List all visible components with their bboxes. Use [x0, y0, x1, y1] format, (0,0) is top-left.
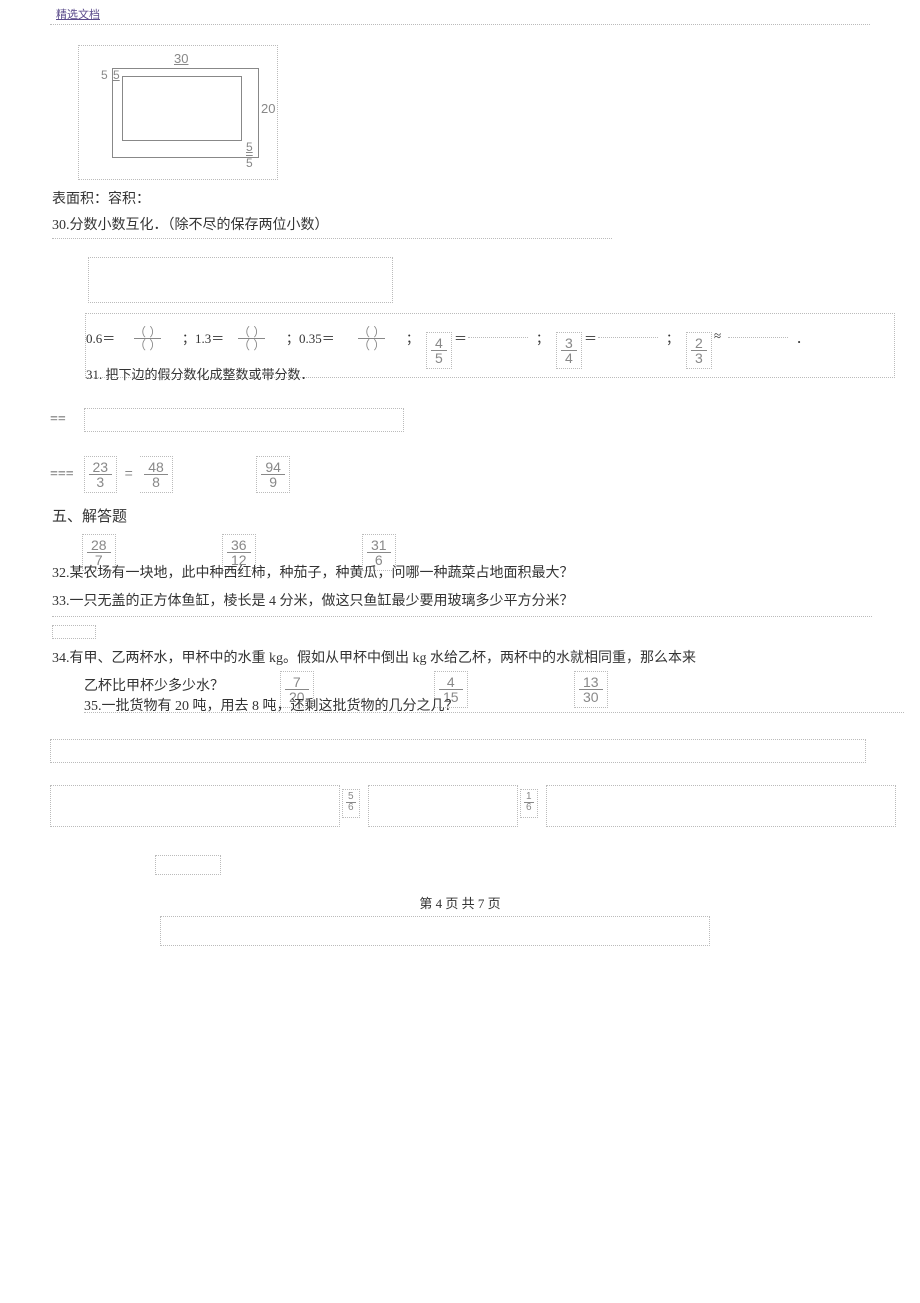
q30-blank-box — [88, 257, 393, 303]
small-frac-5-6: 56 — [342, 789, 360, 818]
diagram-inner-rect — [122, 76, 242, 141]
tiny-blank-box — [155, 855, 221, 875]
large-blank-box — [50, 739, 866, 763]
bottom-cell-2 — [368, 785, 518, 827]
document-page: 精选文档 30 5 5 20 5 5 表面积：容积： 30.分数小数互化．（除不… — [0, 0, 920, 713]
page-header: 精选文档 — [50, 0, 870, 25]
q34-row-b: 乙杯比甲杯少多少水？ 720 415 1330 35.一批货物有 20 吨，用去… — [84, 671, 904, 713]
q29-text: 表面积：容积： — [52, 188, 870, 208]
q30-e: ＝ — [454, 328, 467, 347]
eq-double: == — [50, 412, 72, 428]
q30-a: 0.6＝ — [86, 328, 115, 347]
page-number: 第 4 页 共 7 页 — [0, 893, 920, 912]
q33-text: 33.一只无盖的正方体鱼缸，棱长是 4 分米，做这只鱼缸最少要用玻璃多少平方分米… — [52, 590, 872, 617]
eq-sign: = — [125, 465, 133, 481]
eq-blank-box — [84, 408, 404, 432]
bottom-cell-3 — [546, 785, 896, 827]
q30-frac-4-5: 45 — [426, 332, 452, 369]
eq-block-2: === 233 = 488 949 — [50, 456, 870, 493]
diagram-label-left1: 5 — [101, 68, 108, 82]
q31-text: 31. 把下边的假分数化成整数或带分数． — [86, 364, 314, 383]
diagram-label-right: 20 — [261, 101, 275, 116]
q33-blank-box — [52, 625, 96, 639]
section-5-title: 五、解答题 — [52, 505, 870, 526]
diagram-label-left2: 5 — [113, 68, 120, 82]
diagram-label-bot2: 5 — [246, 156, 253, 170]
q30-h: ； — [666, 328, 679, 347]
q30-text: 30.分数小数互化．（除不尽的保存两位小数） — [52, 214, 612, 239]
q30-f: ； — [536, 328, 549, 347]
q32-text: 32.某农场有一块地，此中种西红柿，种茄子，种黄瓜，问哪一种蔬菜占地面积最大？ — [52, 562, 574, 582]
q30-answer-row: 0.6＝ （ ）（ ） ；1.3＝ （ ）（ ） ；0.35＝ （ ）（ ） ；… — [85, 313, 895, 378]
q35-text: 35.一批货物有 20 吨，用去 8 吨，还剩这批货物的几分之几？ — [84, 695, 459, 715]
q30-frac-3-4: 34 — [556, 332, 582, 369]
eq-block-1: == — [50, 408, 870, 432]
diagram-label-bot1: 5 — [246, 140, 253, 154]
diagram-label-top: 30 — [174, 51, 188, 66]
q30-i: ≈ — [714, 328, 721, 344]
small-frac-1-6: 16 — [520, 789, 538, 818]
q34-text-b1: 乙杯比甲杯少多少水？ — [84, 675, 224, 695]
bottom-cell-1 — [50, 785, 340, 827]
frac-48-8: 488 — [140, 456, 173, 493]
q30-dash2 — [598, 326, 658, 338]
q30-c: ；0.35＝ — [286, 328, 335, 347]
q30-dash3 — [728, 326, 788, 338]
q32-row: 287 3612 316 32.某农场有一块地，此中种西红柿，种茄子，种黄瓜，问… — [52, 534, 870, 584]
eq-triple: === — [50, 467, 80, 483]
q30-frac-2-3: 23 — [686, 332, 712, 369]
bottom-fraction-row: 56 16 — [50, 785, 870, 835]
q30-g: ＝ — [584, 328, 597, 347]
box-diagram: 30 5 5 20 5 5 — [78, 45, 278, 180]
frac-94-9: 949 — [256, 456, 290, 493]
q30-j: ． — [796, 328, 809, 347]
q30-dash1 — [468, 326, 528, 338]
pager-underline-box — [160, 916, 710, 946]
q34-text-a: 34.有甲、乙两杯水，甲杯中的水重 kg。假如从甲杯中倒出 kg 水给乙杯，两杯… — [52, 647, 870, 667]
q30-d: ； — [406, 328, 419, 347]
frac-23-3: 233 — [84, 456, 118, 493]
q30-blank2: （ ）（ ） — [238, 326, 265, 351]
q30-blank3: （ ）（ ） — [358, 326, 385, 351]
frac-13-30: 1330 — [574, 671, 608, 708]
q30-b: ；1.3＝ — [182, 328, 224, 347]
q30-blank1: （ ）（ ） — [134, 326, 161, 351]
